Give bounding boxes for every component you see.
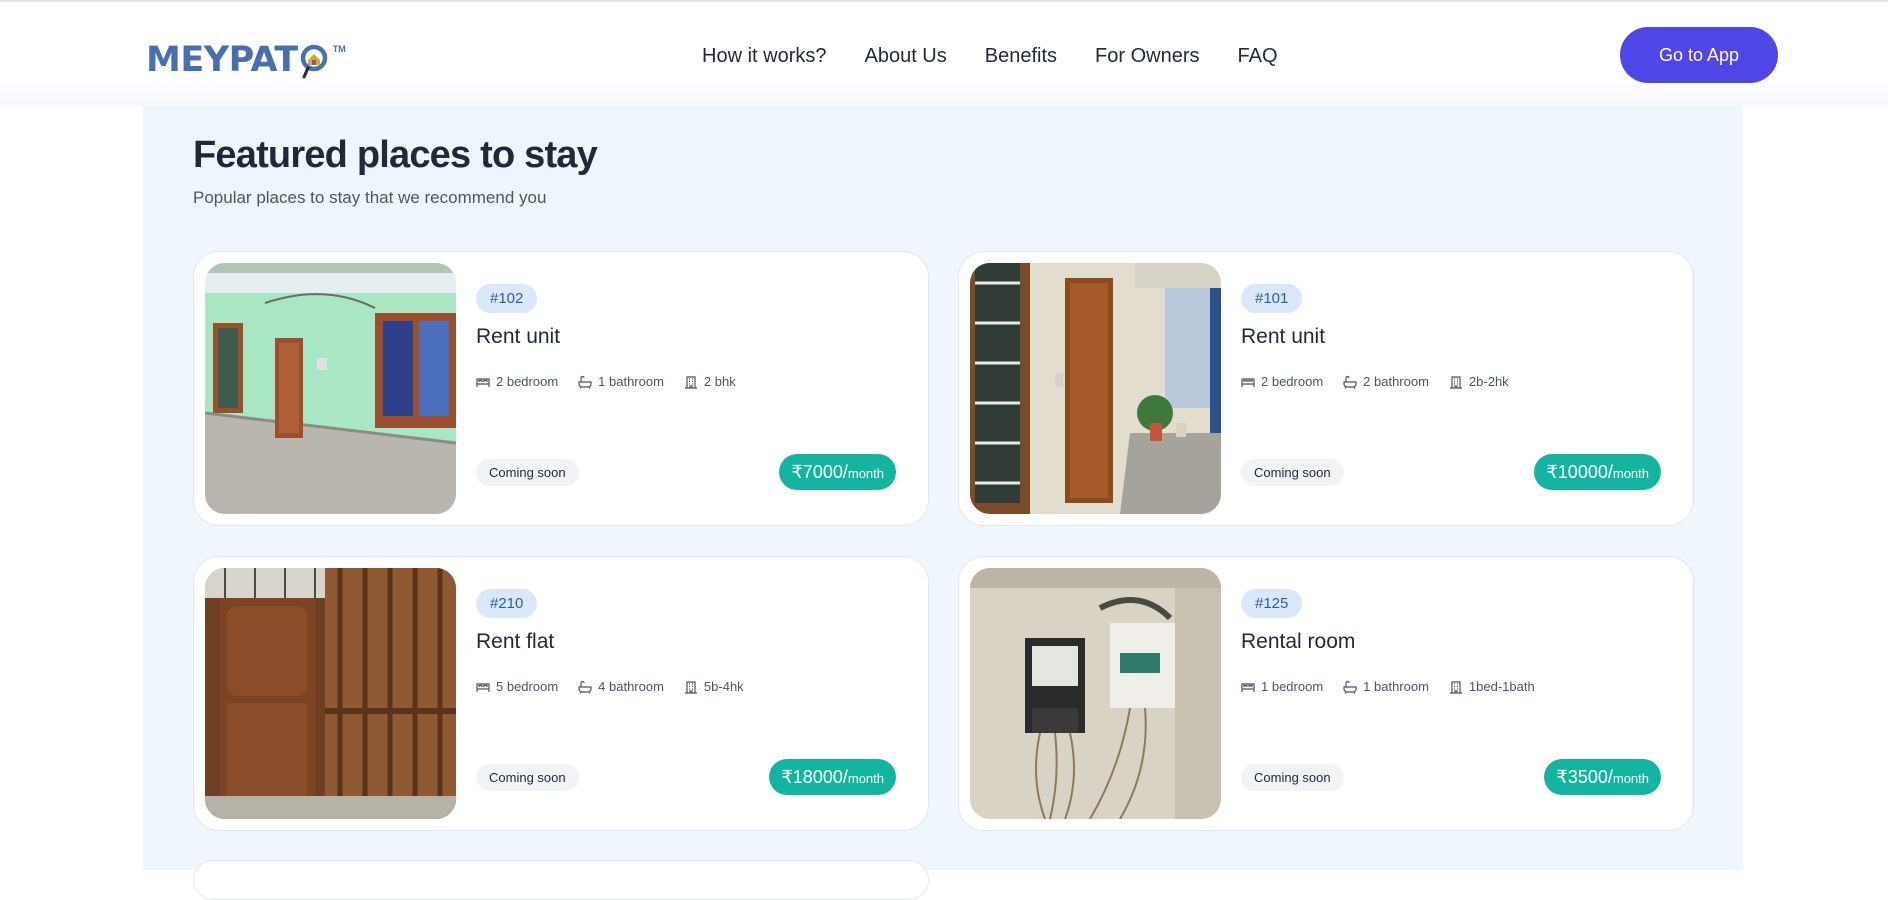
listing-id-badge: #125 bbox=[1241, 589, 1303, 618]
building-icon bbox=[684, 680, 697, 694]
listing-photo[interactable] bbox=[205, 568, 456, 819]
bed-icon bbox=[1241, 377, 1255, 387]
price-badge: ₹10000/month bbox=[1534, 454, 1661, 490]
listing-features: 5 bedroom 4 bathroom 5b-4hk bbox=[476, 679, 744, 694]
go-to-app-button[interactable]: Go to App bbox=[1620, 27, 1778, 83]
config-feature: 2b-2hk bbox=[1449, 374, 1509, 389]
bed-icon bbox=[476, 377, 490, 387]
bedroom-feature: 2 bedroom bbox=[476, 374, 558, 389]
listing-features: 2 bedroom 1 bathroom 2 bhk bbox=[476, 374, 736, 389]
price-amount: ₹10000/ bbox=[1546, 462, 1613, 482]
bathroom-feature: 2 bathroom bbox=[1343, 374, 1429, 389]
listing-id-badge: #210 bbox=[476, 589, 538, 618]
bathroom-count: 2 bathroom bbox=[1363, 374, 1429, 389]
listing-card-partial[interactable] bbox=[193, 860, 929, 900]
price-unit: month bbox=[1612, 771, 1649, 786]
bedroom-feature: 1 bedroom bbox=[1241, 679, 1323, 694]
status-badge: Coming soon bbox=[1241, 459, 1344, 486]
listing-title[interactable]: Rent unit bbox=[1241, 325, 1325, 349]
bathtub-icon bbox=[1343, 680, 1357, 694]
logo-trademark: TM bbox=[332, 44, 346, 54]
config-feature: 5b-4hk bbox=[684, 679, 744, 694]
bathtub-icon bbox=[1343, 375, 1357, 389]
section-subtitle: Popular places to stay that we recommend… bbox=[193, 188, 547, 207]
bed-icon bbox=[476, 682, 490, 692]
listing-features: 1 bedroom 1 bathroom 1bed-1bath bbox=[1241, 679, 1535, 694]
bedroom-count: 1 bedroom bbox=[1261, 679, 1324, 694]
listing-card[interactable]: #102 Rent unit 2 bedroom 1 bathroom 2 bh… bbox=[193, 251, 929, 526]
bedroom-feature: 2 bedroom bbox=[1241, 374, 1323, 389]
price-badge: ₹18000/month bbox=[769, 759, 896, 795]
bathtub-icon bbox=[578, 680, 592, 694]
price-unit: month bbox=[847, 466, 884, 481]
bed-icon bbox=[1241, 682, 1255, 692]
listing-id-badge: #101 bbox=[1241, 284, 1303, 313]
main-nav: How it works? About Us Benefits For Owne… bbox=[702, 44, 1278, 68]
bathroom-count: 4 bathroom bbox=[598, 679, 664, 694]
price-badge: ₹3500/month bbox=[1544, 759, 1661, 795]
bedroom-count: 5 bedroom bbox=[496, 679, 559, 694]
price-badge: ₹7000/month bbox=[779, 454, 896, 490]
bathroom-count: 1 bathroom bbox=[1363, 679, 1429, 694]
building-icon bbox=[684, 375, 697, 389]
listing-photo[interactable] bbox=[970, 568, 1221, 819]
status-badge: Coming soon bbox=[476, 459, 579, 486]
featured-section: Featured places to stay Popular places t… bbox=[143, 106, 1743, 900]
site-header: MEYPAT TM How it works? About Us Benefit… bbox=[0, 2, 1888, 106]
config-feature: 1bed-1bath bbox=[1449, 679, 1535, 694]
config-label: 5b-4hk bbox=[703, 679, 744, 694]
building-icon bbox=[1449, 680, 1462, 694]
listing-features: 2 bedroom 2 bathroom 2b-2hk bbox=[1241, 374, 1509, 389]
status-badge: Coming soon bbox=[476, 764, 579, 791]
bedroom-count: 2 bedroom bbox=[496, 374, 559, 389]
bathtub-icon bbox=[578, 375, 592, 389]
logo[interactable]: MEYPAT TM bbox=[146, 40, 346, 80]
listing-id-badge: #102 bbox=[476, 284, 538, 313]
listing-title[interactable]: Rental room bbox=[1241, 630, 1355, 654]
nav-how-it-works[interactable]: How it works? bbox=[702, 44, 826, 68]
config-label: 2b-2hk bbox=[1468, 374, 1509, 389]
bathroom-count: 1 bathroom bbox=[598, 374, 664, 389]
listing-card[interactable]: #125 Rental room 1 bedroom 1 bathroom 1b… bbox=[958, 556, 1694, 831]
config-label: 1bed-1bath bbox=[1468, 679, 1535, 694]
magnifier-house-icon bbox=[298, 40, 332, 80]
bathroom-feature: 4 bathroom bbox=[578, 679, 664, 694]
bedroom-feature: 5 bedroom bbox=[476, 679, 558, 694]
listing-photo[interactable] bbox=[205, 263, 456, 514]
nav-about-us[interactable]: About Us bbox=[864, 44, 946, 68]
price-amount: ₹3500/ bbox=[1556, 767, 1613, 787]
price-unit: month bbox=[847, 771, 884, 786]
logo-text: MEYPAT bbox=[146, 40, 298, 80]
price-unit: month bbox=[1612, 466, 1649, 481]
building-icon bbox=[1449, 375, 1462, 389]
listing-title[interactable]: Rent flat bbox=[476, 630, 554, 654]
config-label: 2 bhk bbox=[703, 374, 736, 389]
bathroom-feature: 1 bathroom bbox=[578, 374, 664, 389]
price-amount: ₹7000/ bbox=[791, 462, 848, 482]
listing-photo[interactable] bbox=[970, 263, 1221, 514]
nav-faq[interactable]: FAQ bbox=[1237, 44, 1277, 68]
nav-benefits[interactable]: Benefits bbox=[985, 44, 1057, 68]
config-feature: 2 bhk bbox=[684, 374, 736, 389]
listing-title[interactable]: Rent unit bbox=[476, 325, 560, 349]
section-title: Featured places to stay bbox=[193, 134, 598, 176]
listing-card[interactable]: #101 Rent unit 2 bedroom 2 bathroom 2b-2… bbox=[958, 251, 1694, 526]
price-amount: ₹18000/ bbox=[781, 767, 848, 787]
listing-card[interactable]: #210 Rent flat 5 bedroom 4 bathroom 5b-4… bbox=[193, 556, 929, 831]
status-badge: Coming soon bbox=[1241, 764, 1344, 791]
nav-for-owners[interactable]: For Owners bbox=[1095, 44, 1199, 68]
bathroom-feature: 1 bathroom bbox=[1343, 679, 1429, 694]
bedroom-count: 2 bedroom bbox=[1261, 374, 1324, 389]
